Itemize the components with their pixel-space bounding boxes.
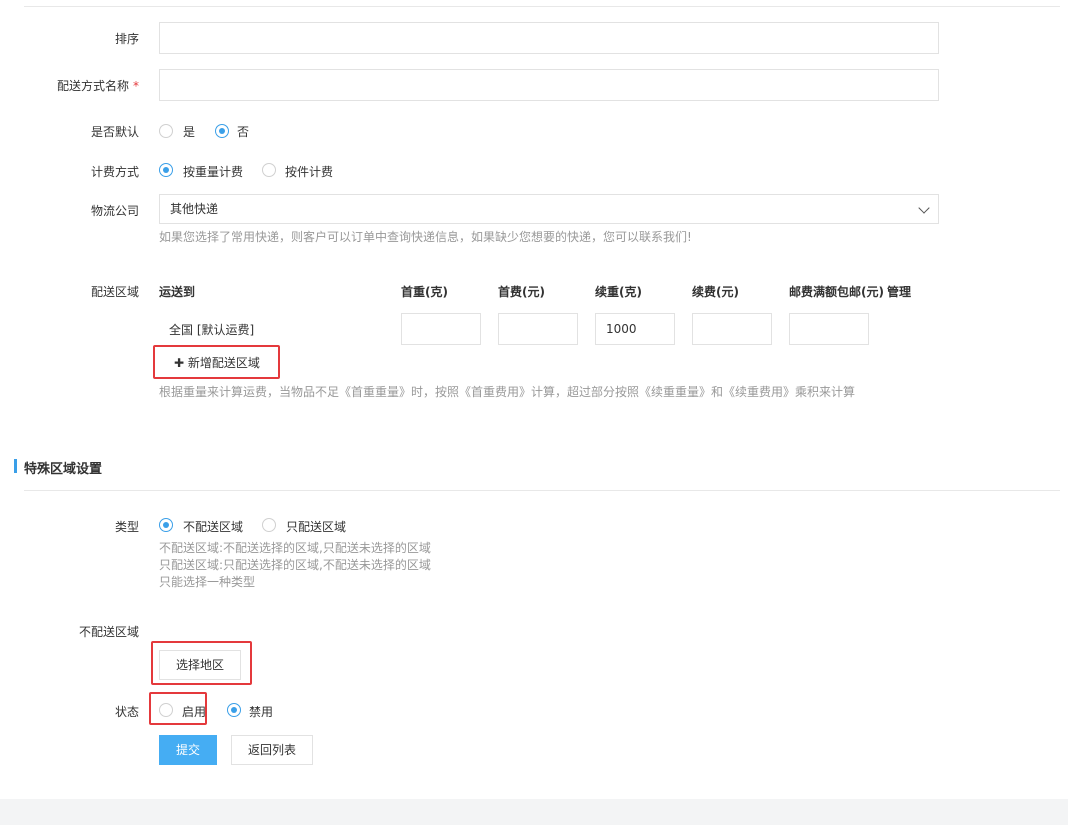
shipping-name-label: 配送方式名称 * (19, 77, 139, 94)
col-header-extra-weight: 续重(克) (595, 285, 642, 299)
billing-weight-radio[interactable] (159, 163, 173, 177)
logistics-selected-value: 其他快递 (170, 202, 219, 216)
status-disabled-label: 禁用 (249, 705, 274, 719)
page-footer (0, 799, 1068, 825)
default-yes-radio[interactable] (159, 124, 173, 138)
type-help-line-2: 只配送区域:只配送选择的区域,不配送未选择的区域 (159, 558, 431, 572)
logistics-select[interactable]: 其他快递 (159, 194, 939, 224)
default-no-radio[interactable] (215, 124, 229, 138)
billing-label: 计费方式 (90, 165, 139, 179)
extra-fee-input[interactable] (692, 313, 772, 345)
submit-button[interactable]: 提交 (159, 735, 217, 765)
free-threshold-input[interactable] (789, 313, 869, 345)
billing-weight-label: 按重量计费 (183, 165, 244, 179)
add-region-label: 新增配送区域 (187, 356, 260, 370)
section-accent-bar (14, 459, 17, 473)
type-help-line-3: 只能选择一种类型 (159, 575, 256, 589)
extra-weight-input[interactable] (595, 313, 675, 345)
top-divider (24, 6, 1060, 7)
first-weight-input[interactable] (401, 313, 481, 345)
logistics-help: 如果您选择了常用快递，则客户可以订单中查询快递信息，如果缺少您想要的快递，您可以… (159, 230, 692, 244)
type-no-delivery-radio[interactable] (159, 518, 173, 532)
select-region-button[interactable]: 选择地区 (159, 650, 241, 680)
col-header-manage: 管理 (887, 285, 912, 299)
region-cell: 全国 [默认运费] (169, 323, 255, 337)
type-help-line-1: 不配送区域:不配送选择的区域,只配送未选择的区域 (159, 541, 431, 555)
sort-label: 排序 (114, 32, 139, 46)
default-no-label: 否 (237, 125, 250, 139)
billing-piece-label: 按件计费 (285, 165, 334, 179)
status-enabled-radio[interactable] (159, 703, 173, 717)
default-yes-label: 是 (183, 125, 196, 139)
type-only-delivery-radio[interactable] (262, 518, 276, 532)
col-header-extra-fee: 续费(元) (692, 285, 739, 299)
status-disabled-radio[interactable] (227, 703, 241, 717)
first-fee-input[interactable] (498, 313, 578, 345)
col-header-destination: 运送到 (159, 285, 196, 299)
plus-icon: ✚ (174, 356, 185, 370)
logistics-label: 物流公司 (90, 204, 139, 218)
sort-input[interactable] (159, 22, 939, 54)
status-enabled-label: 启用 (182, 705, 207, 719)
special-section-title: 特殊区域设置 (24, 462, 103, 477)
add-region-button[interactable]: ✚ 新增配送区域 (164, 349, 270, 377)
billing-piece-radio[interactable] (262, 163, 276, 177)
type-label: 类型 (114, 520, 139, 534)
col-header-first-weight: 首重(克) (401, 285, 448, 299)
region-help: 根据重量来计算运费，当物品不足《首重重量》时，按照《首重费用》计算，超过部分按照… (159, 385, 856, 399)
type-no-delivery-label: 不配送区域 (183, 520, 244, 534)
back-to-list-button[interactable]: 返回列表 (231, 735, 313, 765)
col-header-free-threshold: 邮费满额包邮(元) (789, 285, 884, 299)
no-delivery-region-label: 不配送区域 (78, 625, 139, 639)
shipping-name-input[interactable] (159, 69, 939, 101)
required-mark: * (133, 79, 139, 93)
status-label: 状态 (114, 705, 139, 719)
type-only-delivery-label: 只配送区域 (286, 520, 347, 534)
delivery-region-label: 配送区域 (90, 285, 139, 299)
section-divider (24, 490, 1060, 491)
shipping-name-label-text: 配送方式名称 (56, 79, 129, 93)
default-label: 是否默认 (90, 125, 139, 139)
col-header-first-fee: 首费(元) (498, 285, 545, 299)
chevron-down-icon (918, 202, 930, 214)
